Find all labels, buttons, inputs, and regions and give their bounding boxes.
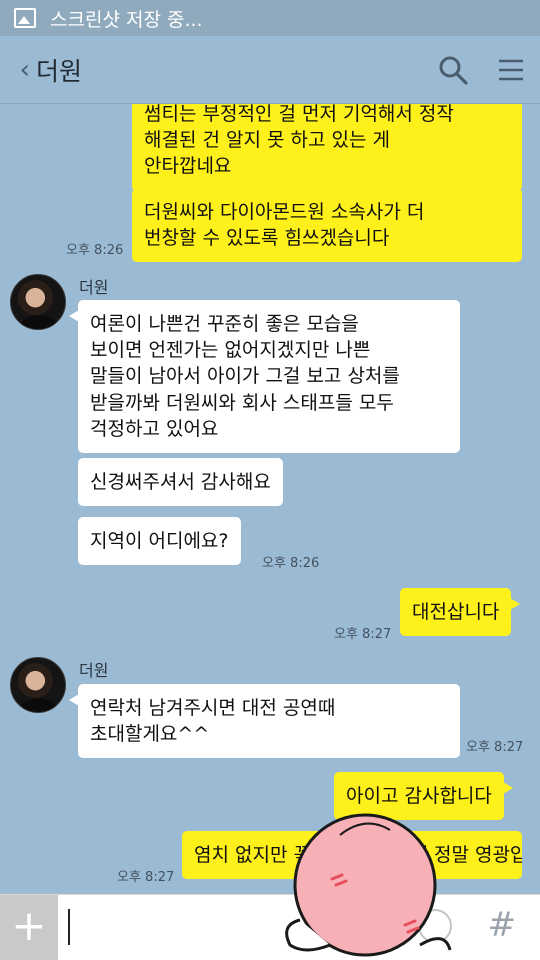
input-bar: + #: [0, 894, 540, 960]
message-bubble[interactable]: 더원씨와 다이아몬드원 소속사가 더 번창할 수 있도록 힘쓰겠습니다: [132, 188, 522, 263]
message-bubble[interactable]: 연락처 남겨주시면 대전 공연때 초대할게요^^: [69, 684, 460, 759]
message-bubble[interactable]: 염치 없지만 꼭 가고 싶었는데 정말 영광입니다!: [182, 831, 522, 880]
chat-title: 더원: [36, 56, 83, 86]
image-icon: [14, 8, 36, 28]
avatar[interactable]: [10, 274, 66, 330]
status-bar: 스크린샷 저장 중...: [0, 0, 540, 36]
menu-icon: [499, 59, 523, 80]
message-bubble[interactable]: 여론이 나쁜건 꾸준히 좋은 모습을 보이면 언젠가는 없어지겠지만 나쁜 말들…: [69, 300, 460, 454]
message-time: 오후 8:26: [262, 556, 320, 571]
sender-name: 더원: [79, 661, 109, 680]
message-bubble[interactable]: 대전삽니다: [400, 588, 521, 637]
message-time: 오후 8:27: [466, 740, 524, 755]
message-bubble[interactable]: 아이고 감사합니다: [334, 772, 513, 821]
avatar[interactable]: [10, 657, 66, 713]
notification-text: 스크린샷 저장 중...: [50, 8, 203, 31]
attach-button[interactable]: +: [0, 895, 58, 960]
hash-button[interactable]: #: [488, 905, 517, 945]
message-bubble[interactable]: 신경써주셔서 감사해요: [78, 458, 283, 507]
search-button[interactable]: [424, 41, 482, 99]
back-button[interactable]: ‹: [0, 55, 30, 85]
message-bubble[interactable]: 지역이 어디에요?: [78, 517, 241, 566]
emoticon-button[interactable]: [418, 909, 452, 943]
sender-name: 더원: [79, 278, 109, 297]
menu-button[interactable]: [482, 41, 540, 99]
message-time: 오후 8:27: [117, 870, 175, 885]
chat-area[interactable]: 썸티는 부정적인 걸 먼저 기억해서 정작 해결된 건 알지 못 하고 있는 게…: [0, 104, 540, 894]
message-time: 오후 8:27: [334, 627, 392, 642]
message-input[interactable]: [68, 909, 428, 945]
message-bubble[interactable]: 썸티는 부정적인 걸 먼저 기억해서 정작 해결된 건 알지 못 하고 있는 게…: [132, 104, 522, 191]
search-icon: [439, 56, 468, 85]
message-time: 오후 8:26: [66, 243, 124, 258]
chat-header: ‹ 더원: [0, 36, 540, 104]
